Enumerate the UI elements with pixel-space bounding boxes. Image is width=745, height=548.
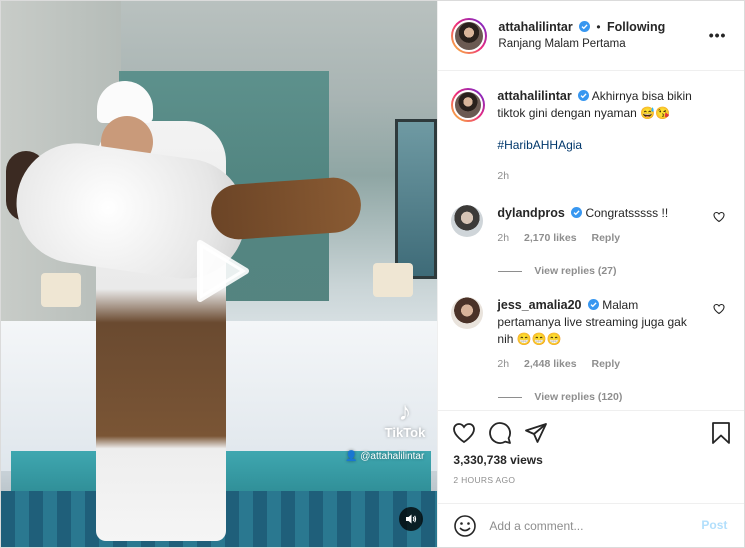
verified-badge-icon xyxy=(587,299,599,310)
caption-username[interactable]: attahalilintar xyxy=(497,89,571,103)
heart-icon[interactable] xyxy=(713,303,725,315)
comment-body: dylandpros Congratsssss !! 2h 2,170 like… xyxy=(497,205,697,247)
heart-icon[interactable] xyxy=(452,421,476,445)
reply-button[interactable]: Reply xyxy=(591,232,620,244)
emoji-icon[interactable] xyxy=(453,514,477,538)
verified-badge-icon xyxy=(571,207,583,218)
view-count[interactable]: 3,330,738 views xyxy=(453,453,542,467)
speaker-icon xyxy=(406,514,417,524)
view-replies-button[interactable]: View replies (120) xyxy=(498,391,730,403)
tiktok-note-icon: ♪ xyxy=(398,396,412,426)
more-options-icon[interactable]: ••• xyxy=(709,27,727,43)
post-header: attahalilintar • Following Ranjang Malam… xyxy=(438,1,745,71)
person-icon: 👤 xyxy=(345,451,358,462)
hashtag-link[interactable]: #HaribAHHAgia xyxy=(497,137,707,154)
view-replies-button[interactable]: View replies (27) xyxy=(498,265,730,277)
verified-badge-icon xyxy=(578,90,590,101)
avatar[interactable] xyxy=(451,205,484,237)
caption-time[interactable]: 2h xyxy=(497,170,509,182)
comment-icon[interactable] xyxy=(488,421,512,445)
avatar[interactable] xyxy=(451,17,488,54)
comment-time[interactable]: 2h xyxy=(497,232,509,244)
post-comment-button[interactable]: Post xyxy=(701,518,727,532)
view-replies-label: View replies (120) xyxy=(534,391,623,403)
comment-likes[interactable]: 2,170 likes xyxy=(524,232,577,244)
comment-input[interactable] xyxy=(489,519,690,533)
heart-icon[interactable] xyxy=(713,211,725,223)
comment-meta: 2h 2,448 likes Reply xyxy=(497,356,697,373)
post-timestamp[interactable]: 2 HOURS AGO xyxy=(453,475,515,485)
location-link[interactable]: Ranjang Malam Pertama xyxy=(498,36,665,53)
comment-item: jess_amalia20 Malam pertamanya live stre… xyxy=(451,297,730,373)
comment-text: Congratsssss !! xyxy=(585,206,669,220)
add-comment-bar: Post xyxy=(438,503,745,548)
play-icon xyxy=(197,240,249,302)
bookmark-icon[interactable] xyxy=(710,421,732,445)
reply-button[interactable]: Reply xyxy=(591,358,620,370)
following-button[interactable]: Following xyxy=(607,20,665,34)
comment-likes[interactable]: 2,448 likes xyxy=(524,358,577,370)
caption-meta: 2h xyxy=(497,168,707,185)
comment-time[interactable]: 2h xyxy=(497,358,509,370)
play-button[interactable] xyxy=(181,231,261,311)
author-username[interactable]: attahalilintar xyxy=(498,20,572,34)
tiktok-handle: 👤 @attahalilintar xyxy=(345,451,424,462)
post-video[interactable]: ♪ TikTok 👤 @attahalilintar xyxy=(1,1,438,547)
view-replies-line xyxy=(498,270,523,272)
post-sidebar: attahalilintar • Following Ranjang Malam… xyxy=(437,1,745,548)
comment-username[interactable]: dylandpros xyxy=(497,206,564,220)
tiktok-watermark: ♪ TikTok xyxy=(379,397,431,440)
caption-body: attahalilintar Akhirnya bisa bikin tikto… xyxy=(497,88,707,185)
comment-item: dylandpros Congratsssss !! 2h 2,170 like… xyxy=(451,205,730,247)
avatar-image xyxy=(453,90,484,120)
comment-body: jess_amalia20 Malam pertamanya live stre… xyxy=(497,297,697,373)
post-modal: ♪ TikTok 👤 @attahalilintar attahalilinta… xyxy=(0,0,745,548)
paper-plane-icon[interactable] xyxy=(524,421,548,445)
avatar[interactable] xyxy=(451,297,484,329)
post-actions: 3,330,738 views 2 HOURS AGO Post xyxy=(438,410,745,548)
verified-badge-icon xyxy=(579,20,591,32)
comment-username[interactable]: jess_amalia20 xyxy=(497,298,581,312)
comment-meta: 2h 2,170 likes Reply xyxy=(497,230,697,247)
video-scene-lamp xyxy=(41,273,81,307)
tiktok-brand: TikTok xyxy=(384,425,426,440)
post-header-text: attahalilintar • Following Ranjang Malam… xyxy=(498,19,665,53)
separator-dot: • xyxy=(596,19,601,34)
comments-section[interactable]: attahalilintar Akhirnya bisa bikin tikto… xyxy=(438,72,744,410)
mute-button[interactable] xyxy=(399,507,423,531)
view-replies-label: View replies (27) xyxy=(534,265,617,277)
view-replies-line xyxy=(498,396,523,398)
avatar-image xyxy=(453,19,486,52)
avatar[interactable] xyxy=(451,88,486,122)
tiktok-handle-text: @attahalilintar xyxy=(360,451,425,462)
video-scene-lamp xyxy=(373,263,413,297)
action-icons xyxy=(452,421,732,447)
caption: attahalilintar Akhirnya bisa bikin tikto… xyxy=(451,88,730,185)
video-scene-painting xyxy=(395,119,438,279)
